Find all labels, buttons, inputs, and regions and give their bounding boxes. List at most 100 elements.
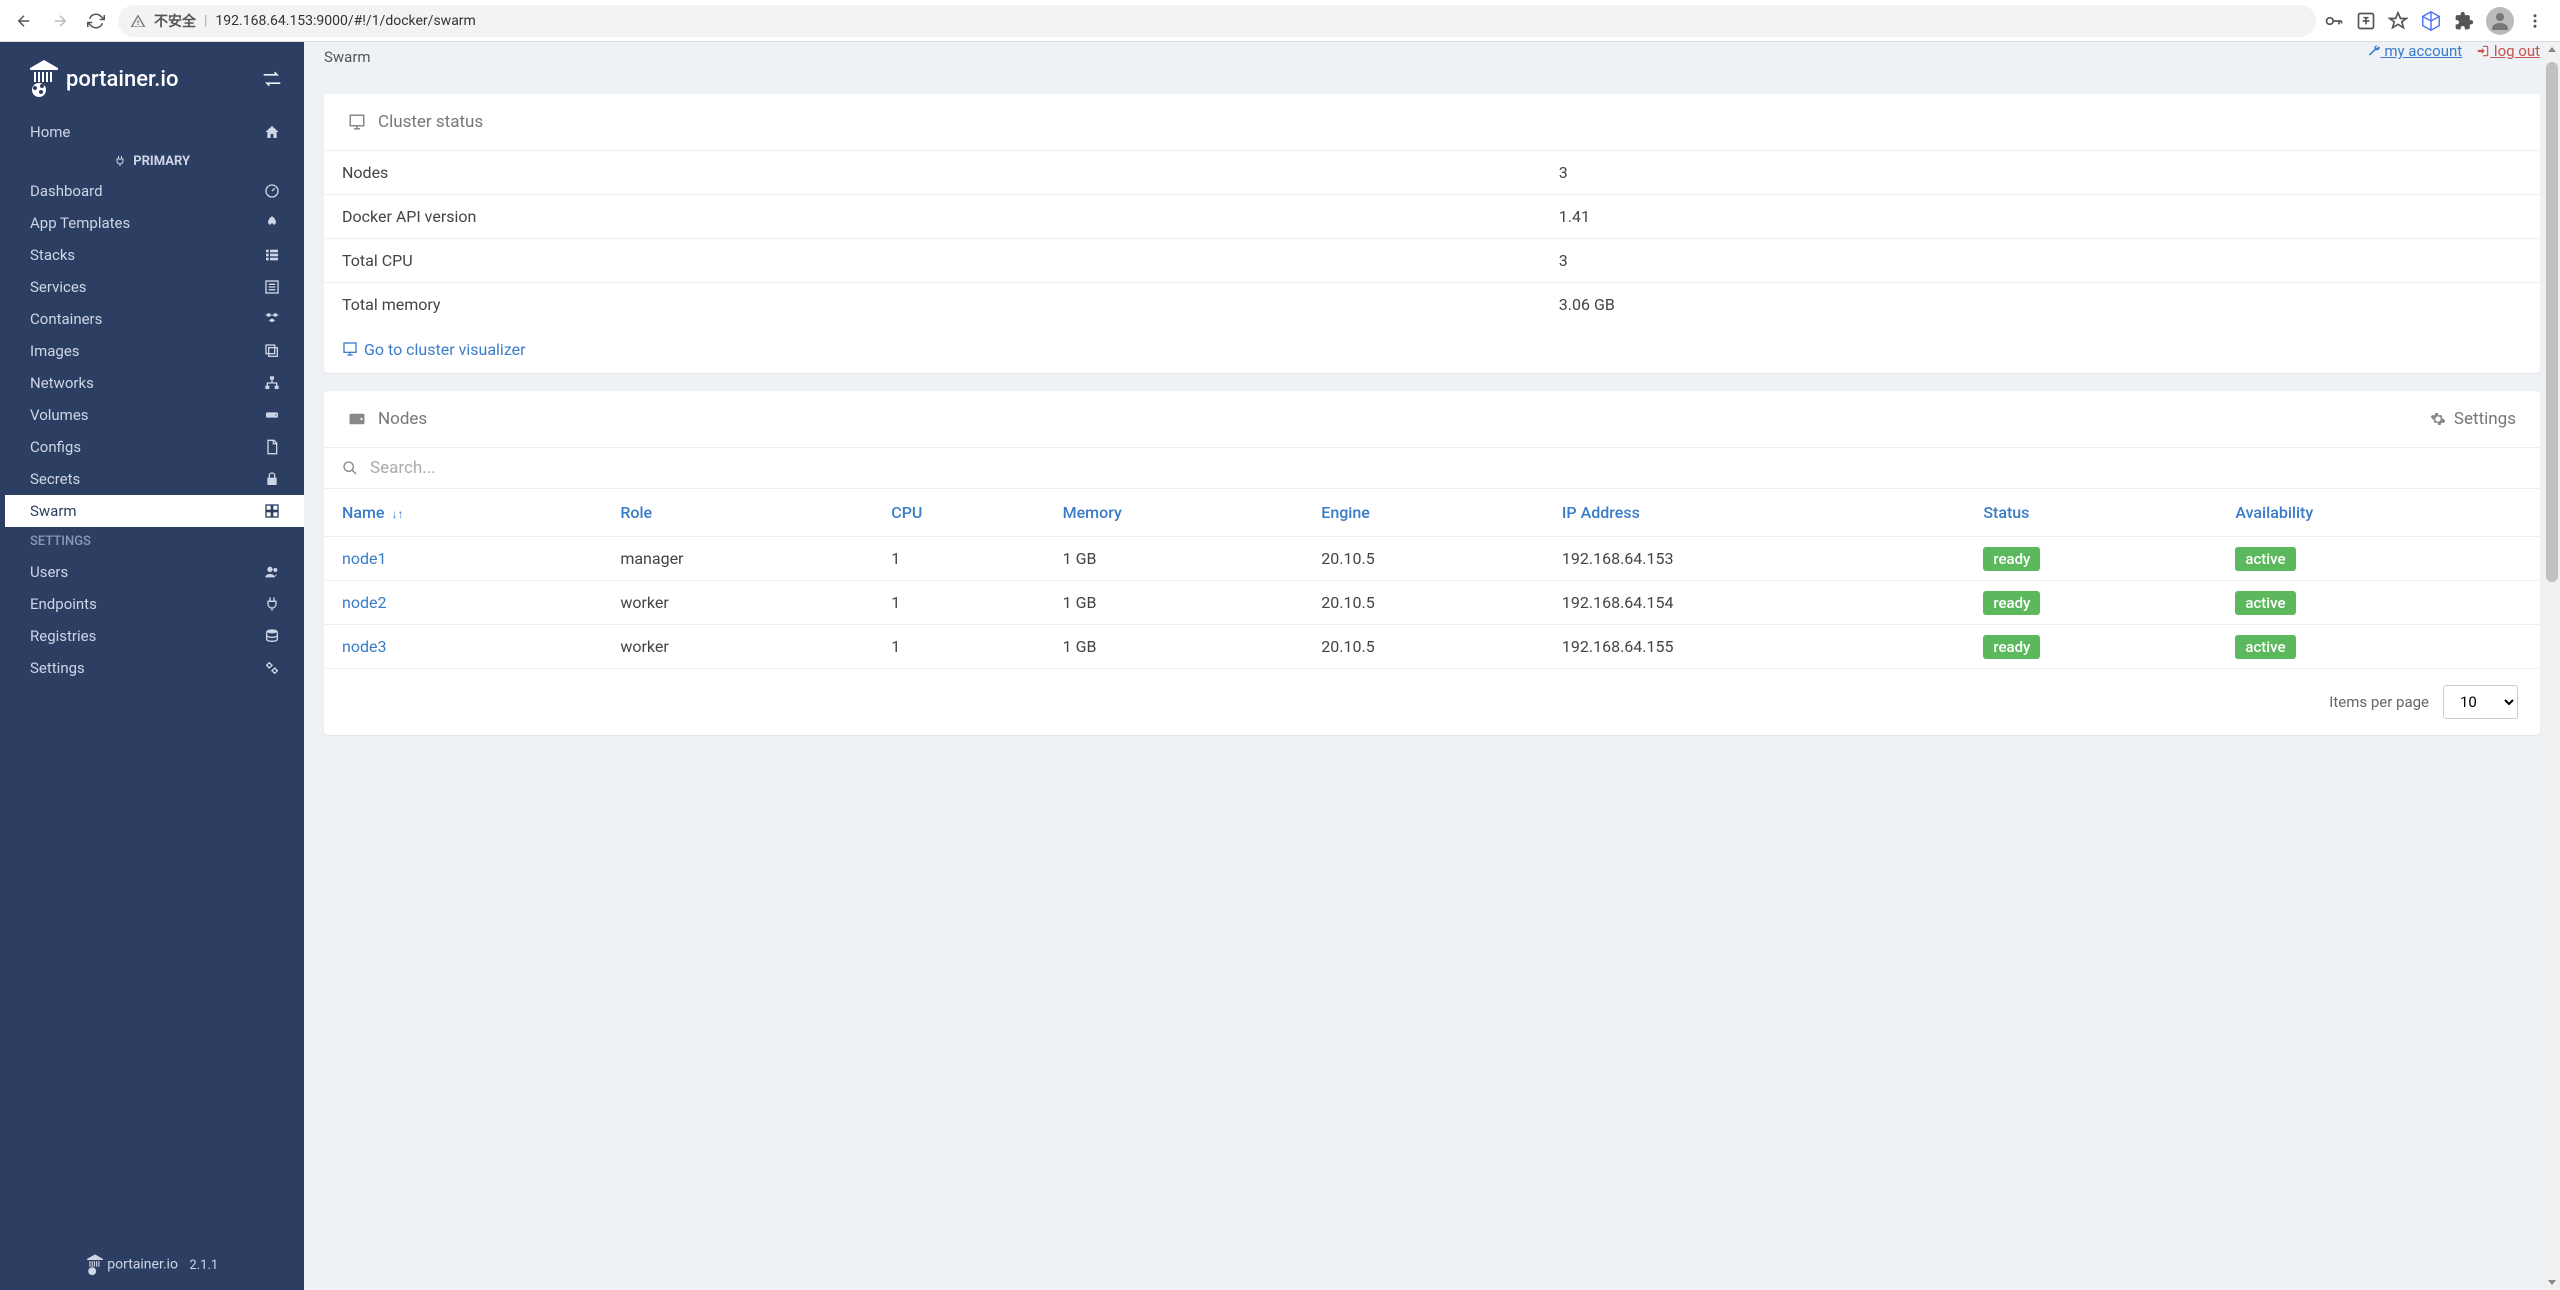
node-link[interactable]: node2 bbox=[342, 593, 386, 612]
sitemap-icon bbox=[264, 375, 282, 391]
cluster-visualizer-link[interactable]: Go to cluster visualizer bbox=[324, 326, 2540, 373]
sidebar-item-label: Configs bbox=[30, 438, 81, 456]
status-row: Docker API version1.41 bbox=[324, 195, 2540, 239]
sidebar-item-label: Stacks bbox=[30, 246, 75, 264]
translate-icon[interactable] bbox=[2356, 11, 2376, 31]
nodes-settings-button[interactable]: Settings bbox=[2430, 409, 2516, 429]
list-icon bbox=[264, 247, 282, 263]
sidebar-item-swarm[interactable]: Swarm bbox=[0, 495, 304, 527]
sidebar-item-label: Networks bbox=[30, 374, 94, 392]
nodes-table: Name ↓↑RoleCPUMemoryEngineIP AddressStat… bbox=[324, 488, 2540, 668]
menu-icon[interactable] bbox=[2526, 12, 2544, 30]
sidebar-item-label: App Templates bbox=[30, 214, 130, 232]
sidebar-item-settings[interactable]: Settings bbox=[0, 652, 304, 684]
not-secure-label: 不安全 bbox=[154, 11, 196, 31]
visualizer-icon bbox=[342, 341, 358, 357]
url-text: 192.168.64.153:9000/#!/1/docker/swarm bbox=[215, 13, 475, 29]
node-link[interactable]: node1 bbox=[342, 549, 386, 568]
sidebar-item-containers[interactable]: Containers bbox=[0, 303, 304, 335]
items-per-page-label: Items per page bbox=[2329, 693, 2429, 711]
sidebar-item-volumes[interactable]: Volumes bbox=[0, 399, 304, 431]
column-cpu[interactable]: CPU bbox=[879, 489, 1050, 537]
node-link[interactable]: node3 bbox=[342, 637, 386, 656]
sidebar-item-secrets[interactable]: Secrets bbox=[0, 463, 304, 495]
scrollbar[interactable] bbox=[2544, 42, 2560, 1290]
sidebar-item-app-templates[interactable]: App Templates bbox=[0, 207, 304, 239]
scrollbar-thumb[interactable] bbox=[2546, 62, 2558, 582]
sidebar-item-home[interactable]: Home bbox=[0, 116, 304, 148]
profile-avatar[interactable] bbox=[2486, 7, 2514, 35]
status-badge: ready bbox=[1983, 591, 2040, 615]
sidebar-item-endpoints[interactable]: Endpoints bbox=[0, 588, 304, 620]
sidebar-item-networks[interactable]: Networks bbox=[0, 367, 304, 399]
sidebar-item-registries[interactable]: Registries bbox=[0, 620, 304, 652]
nodes-panel: Nodes Settings Name ↓↑RoleCPUMemoryEngin… bbox=[324, 391, 2540, 735]
sidebar-item-users[interactable]: Users bbox=[0, 556, 304, 588]
address-bar[interactable]: 不安全 | 192.168.64.153:9000/#!/1/docker/sw… bbox=[118, 5, 2316, 37]
logout-icon bbox=[2476, 44, 2490, 58]
availability-badge: active bbox=[2235, 591, 2295, 615]
column-status[interactable]: Status bbox=[1971, 489, 2223, 537]
column-availability[interactable]: Availability bbox=[2223, 489, 2540, 537]
column-ip-address[interactable]: IP Address bbox=[1550, 489, 1971, 537]
status-label: Total memory bbox=[324, 283, 1543, 327]
extension-cube-icon[interactable] bbox=[2420, 10, 2442, 32]
status-value: 1.41 bbox=[1543, 195, 2540, 239]
dashboard-icon bbox=[264, 183, 282, 199]
main-content: Swarm my account log out Cluster status bbox=[304, 42, 2560, 1290]
sort-icon: ↓↑ bbox=[388, 507, 403, 521]
status-label: Total CPU bbox=[324, 239, 1543, 283]
sidebar-item-services[interactable]: Services bbox=[0, 271, 304, 303]
availability-badge: active bbox=[2235, 547, 2295, 571]
items-per-page-select[interactable]: 10 bbox=[2443, 685, 2518, 719]
extensions-icon[interactable] bbox=[2454, 11, 2474, 31]
availability-badge: active bbox=[2235, 635, 2295, 659]
cluster-icon bbox=[348, 113, 366, 131]
sidebar-item-label: Volumes bbox=[30, 406, 89, 424]
status-value: 3.06 GB bbox=[1543, 283, 2540, 327]
object-icon bbox=[264, 503, 282, 519]
column-memory[interactable]: Memory bbox=[1051, 489, 1310, 537]
back-button[interactable] bbox=[10, 7, 38, 35]
reload-button[interactable] bbox=[82, 7, 110, 35]
key-icon[interactable] bbox=[2324, 11, 2344, 31]
forward-button[interactable] bbox=[46, 7, 74, 35]
plug-icon bbox=[264, 596, 282, 612]
status-badge: ready bbox=[1983, 635, 2040, 659]
gear-icon bbox=[2430, 411, 2446, 427]
status-row: Nodes3 bbox=[324, 151, 2540, 195]
sidebar-item-label: Home bbox=[30, 123, 70, 141]
portainer-logo-icon bbox=[28, 60, 60, 98]
sidebar-item-label: Secrets bbox=[30, 470, 80, 488]
pagination: Items per page 10 bbox=[324, 668, 2540, 735]
wrench-icon bbox=[2367, 44, 2381, 58]
status-label: Docker API version bbox=[324, 195, 1543, 239]
search-input[interactable] bbox=[370, 458, 2522, 478]
column-name[interactable]: Name ↓↑ bbox=[324, 489, 608, 537]
lock-icon bbox=[264, 471, 282, 487]
panel-title: Nodes bbox=[378, 409, 427, 429]
table-row: node1manager11 GB20.10.5192.168.64.153re… bbox=[324, 537, 2540, 581]
portainer-footer-icon bbox=[86, 1254, 104, 1276]
database-icon bbox=[264, 628, 282, 644]
status-label: Nodes bbox=[324, 151, 1543, 195]
table-row: node2worker11 GB20.10.5192.168.64.154rea… bbox=[324, 581, 2540, 625]
sidebar-item-stacks[interactable]: Stacks bbox=[0, 239, 304, 271]
sidebar-item-label: Swarm bbox=[30, 502, 77, 520]
sidebar-item-dashboard[interactable]: Dashboard bbox=[0, 175, 304, 207]
status-value: 3 bbox=[1543, 239, 2540, 283]
version-label: 2.1.1 bbox=[189, 1258, 218, 1273]
hdd-icon bbox=[264, 407, 282, 423]
column-engine[interactable]: Engine bbox=[1309, 489, 1550, 537]
status-row: Total memory3.06 GB bbox=[324, 283, 2540, 327]
my-account-link[interactable]: my account bbox=[2367, 42, 2463, 60]
sidebar-item-images[interactable]: Images bbox=[0, 335, 304, 367]
sidebar-toggle-icon[interactable] bbox=[262, 71, 282, 87]
sidebar-item-configs[interactable]: Configs bbox=[0, 431, 304, 463]
log-out-link[interactable]: log out bbox=[2476, 42, 2540, 60]
sidebar-item-label: Settings bbox=[30, 659, 85, 677]
column-role[interactable]: Role bbox=[608, 489, 879, 537]
logo[interactable]: portainer.io bbox=[28, 60, 178, 98]
star-icon[interactable] bbox=[2388, 11, 2408, 31]
sidebar-item-label: Images bbox=[30, 342, 80, 360]
